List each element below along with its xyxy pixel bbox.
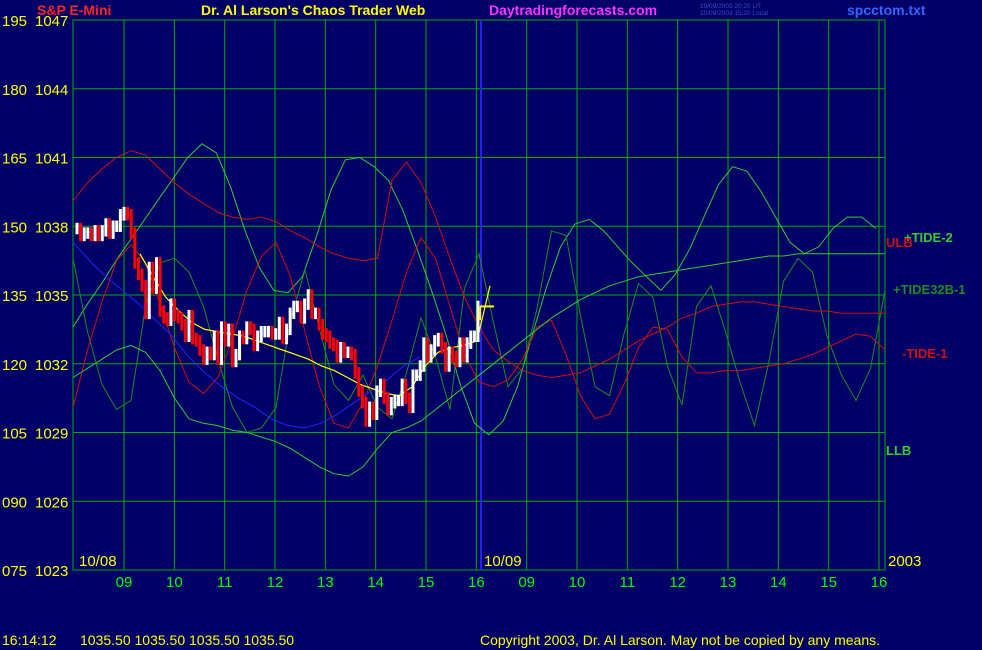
series-label: LLB	[886, 443, 911, 458]
y-right-label: 1041	[35, 151, 68, 168]
date-label: 10/08	[79, 553, 117, 570]
y-left-label: 105	[2, 426, 27, 443]
x-tick-label: 16	[468, 574, 485, 591]
footer-ohlc: 1035.50 1035.50 1035.50 1035.50	[80, 632, 295, 648]
x-tick-label: 15	[418, 574, 435, 591]
chart-title: Dr. Al Larson's Chaos Trader Web	[201, 2, 426, 18]
y-left-label: 090	[2, 494, 27, 511]
y-left-label: 195	[2, 13, 27, 30]
x-tick-label: 13	[720, 574, 737, 591]
x-tick-label: 10	[569, 574, 586, 591]
timestamp-local: 10/09/2003 15:20 Local	[700, 10, 768, 17]
x-tick-label: 14	[770, 574, 787, 591]
x-tick-label: 11	[620, 574, 636, 591]
y-right-label: 1032	[35, 357, 68, 374]
chart-grid	[72, 19, 886, 571]
chaos-trader-chart: 195 1047180 1044165 1041150 1038135 1035120 10…	[2, 13, 966, 591]
y-left-label: 165	[2, 151, 27, 168]
y-right-label: 1029	[35, 426, 68, 443]
copyright: Copyright 2003, Dr. Al Larson. May not b…	[480, 632, 881, 648]
series-label: -TIDE-1	[902, 346, 948, 361]
x-tick-label: 09	[116, 574, 133, 591]
series-label: +TIDE32B-1	[893, 282, 966, 297]
y-left-label: 075	[2, 563, 27, 580]
x-tick-label: 14	[367, 574, 384, 591]
series-line--tide-2	[72, 143, 877, 436]
x-tick-label: 15	[820, 574, 837, 591]
y-left-label: 135	[2, 288, 27, 305]
footer-time: 16:14:12	[2, 632, 57, 648]
x-tick-label: 16	[871, 574, 888, 591]
timestamp-ut: 10/09/2003 20:20 UT	[700, 3, 762, 10]
x-tick-label: 09	[518, 574, 535, 591]
y-right-label: 1026	[35, 494, 68, 511]
y-right-label: 1038	[35, 219, 68, 236]
x-tick-label: 13	[317, 574, 334, 591]
y-right-label: 1035	[35, 288, 68, 305]
instrument-title: S&P E-Mini	[37, 2, 112, 18]
y-left-label: 150	[2, 219, 27, 236]
x-tick-label: 12	[669, 574, 686, 591]
x-tick-label: 11	[217, 574, 233, 591]
series-label: ULB	[886, 235, 913, 250]
y-right-label: 1023	[35, 563, 68, 580]
data-file-name: spcctom.txt	[847, 2, 926, 18]
price-bars	[75, 206, 494, 427]
date-label: 10/09	[484, 553, 522, 570]
y-right-label: 1044	[35, 82, 68, 99]
site-link[interactable]: Daytradingforecasts.com	[489, 2, 657, 18]
y-left-label: 180	[2, 82, 27, 99]
y-left-label: 120	[2, 357, 27, 374]
x-tick-label: 12	[267, 574, 284, 591]
x-tick-label: 10	[166, 574, 183, 591]
year-label: 2003	[888, 553, 921, 570]
